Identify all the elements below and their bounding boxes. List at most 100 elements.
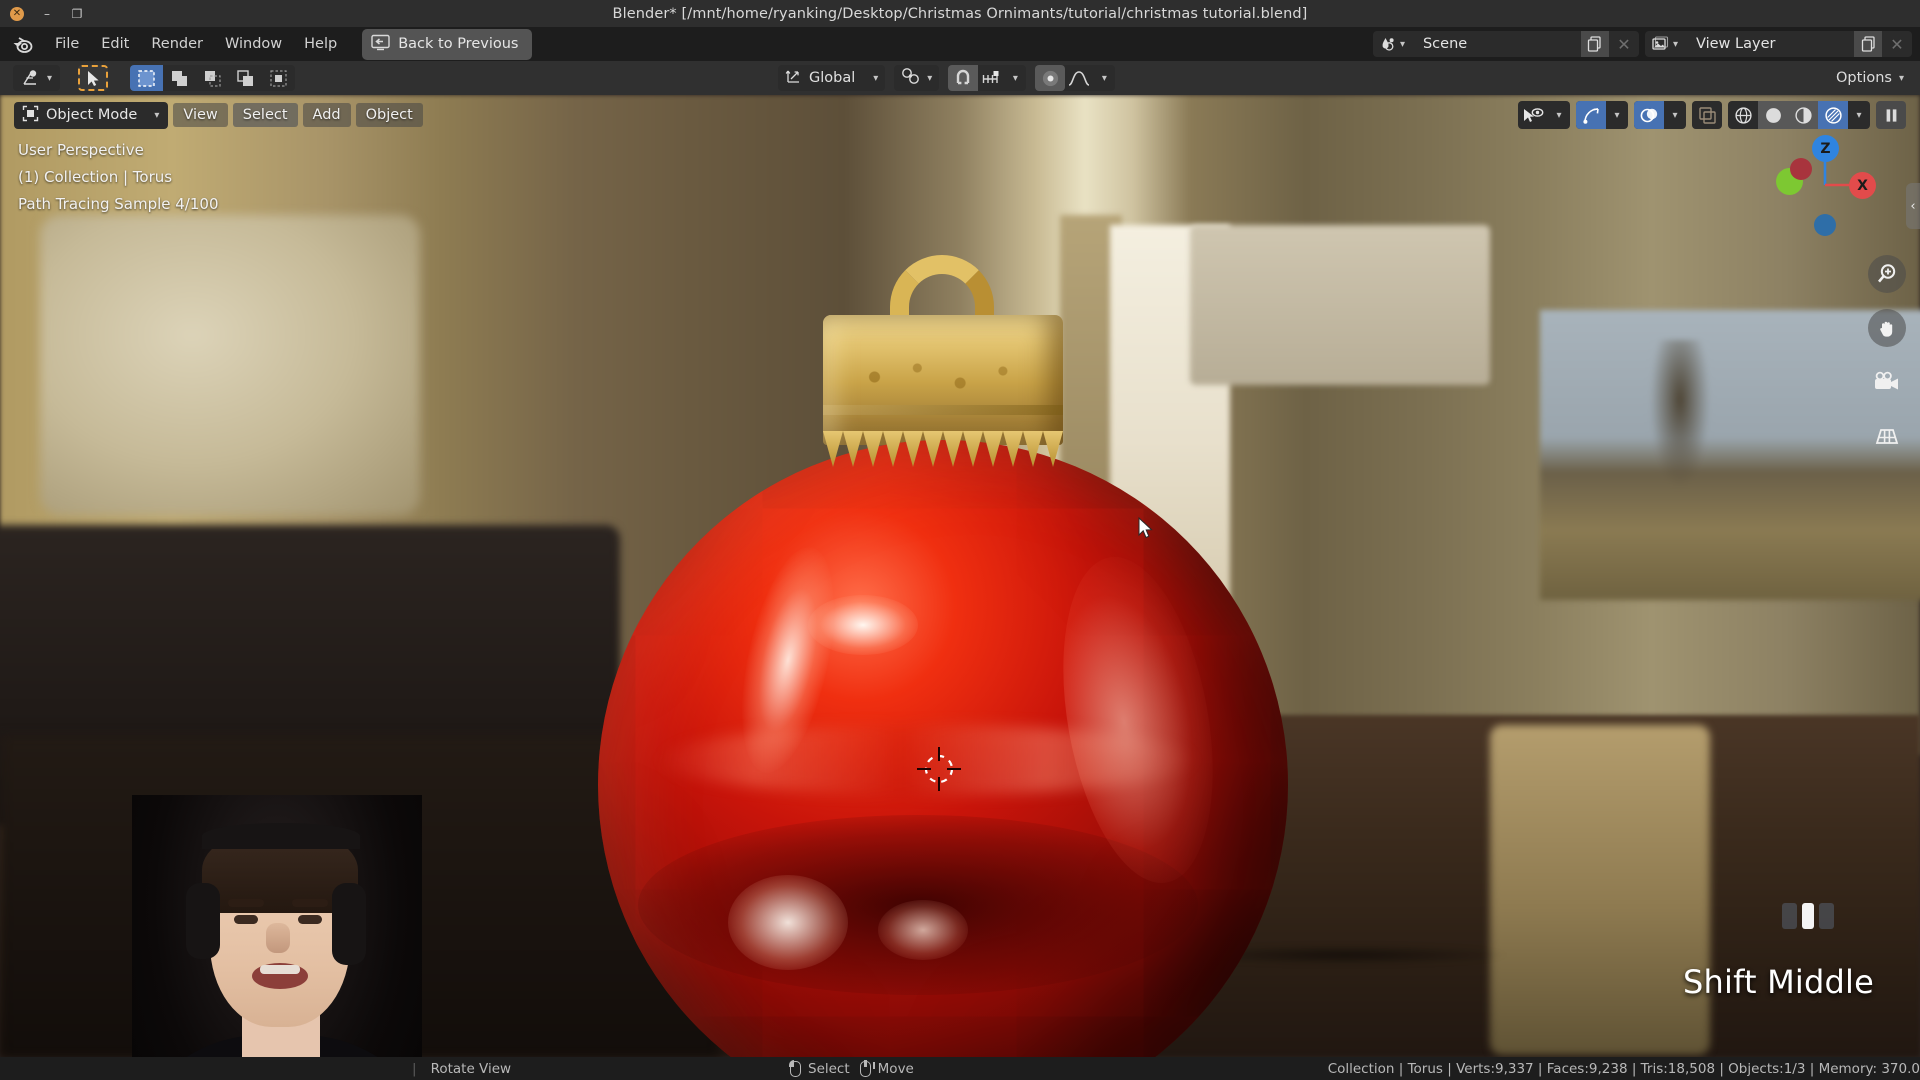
toggle-xray-icon[interactable]: [1692, 101, 1722, 129]
pause-render-icon[interactable]: [1876, 101, 1906, 129]
webcam-headphone-right: [332, 883, 366, 965]
tweak-select-tool-icon[interactable]: [78, 65, 108, 91]
solid-shading-icon[interactable]: [1758, 101, 1788, 129]
move-view-icon[interactable]: [1868, 309, 1906, 347]
wireframe-shading-icon[interactable]: [1728, 101, 1758, 129]
remove-view-layer-icon[interactable]: ✕: [1882, 31, 1912, 57]
menu-edit[interactable]: Edit: [90, 32, 140, 56]
chevron-down-icon[interactable]: ▾: [1664, 101, 1686, 129]
new-view-layer-icon[interactable]: [1854, 31, 1882, 57]
select-intersect-icon[interactable]: [262, 65, 295, 91]
window-titlebar: ✕ – ❐ Blender* [/mnt/home/ryanking/Deskt…: [0, 0, 1920, 27]
chevron-down-icon: ▾: [873, 72, 879, 84]
webcam-teeth: [260, 965, 300, 974]
chevron-down-icon[interactable]: ▾: [1093, 65, 1115, 91]
pivot-point-dropdown[interactable]: ▾: [894, 65, 940, 91]
menu-render[interactable]: Render: [140, 32, 214, 56]
status-bar: | Rotate View Select Move Collection | T…: [0, 1057, 1920, 1080]
overlays-dropdown[interactable]: ▾: [1634, 101, 1686, 129]
toggle-xray-button[interactable]: [1692, 101, 1722, 129]
status-select-label: Select: [808, 1060, 850, 1077]
middle-mouse-button-icon: [1782, 903, 1836, 929]
chevron-down-icon[interactable]: ▾: [1004, 65, 1026, 91]
select-set-icon[interactable]: [130, 65, 163, 91]
object-visibility-icon[interactable]: [1518, 101, 1548, 129]
scene-stone-column: [40, 215, 420, 515]
show-overlays-icon[interactable]: [1634, 101, 1664, 129]
editor-type-icon[interactable]: ▾: [13, 65, 61, 91]
gizmo-axis-x-positive[interactable]: X: [1849, 172, 1876, 199]
snap-increment-icon[interactable]: [978, 65, 1004, 91]
sidebar-toggle-icon[interactable]: ‹: [1906, 183, 1920, 229]
menu-window[interactable]: Window: [214, 32, 293, 56]
toggle-orthographic-icon[interactable]: [1868, 417, 1906, 455]
transform-orientation-dropdown[interactable]: Global ▾: [778, 65, 886, 91]
chevron-down-icon: ▾: [1672, 38, 1678, 50]
webcam-nose: [266, 923, 290, 953]
ornament-cap-pattern: [836, 347, 1050, 407]
gizmo-axis-z-negative[interactable]: [1814, 214, 1836, 236]
view-layer-name[interactable]: View Layer: [1684, 31, 1854, 57]
select-subtract-icon[interactable]: [196, 65, 229, 91]
rendered-shading-icon[interactable]: [1818, 101, 1848, 129]
webcam-eye-right: [298, 915, 322, 924]
blender-logo-icon[interactable]: [10, 31, 36, 57]
back-to-previous-button[interactable]: Back to Previous: [362, 28, 533, 60]
chevron-down-icon[interactable]: ▾: [1606, 101, 1628, 129]
tool-header: ▾ Global ▾ ▾ ▾ ▾ Options ▾: [0, 61, 1920, 95]
gizmo-axis-x-negative[interactable]: [1790, 158, 1812, 180]
menu-help[interactable]: Help: [293, 32, 348, 56]
scene-data-icon[interactable]: ▾: [1372, 31, 1411, 57]
navigation-gizmo[interactable]: Z X Y: [1770, 130, 1880, 240]
viewport-menu-add[interactable]: Add: [302, 103, 351, 127]
zoom-view-icon[interactable]: [1868, 255, 1906, 293]
scene-name[interactable]: Scene: [1410, 31, 1581, 57]
new-scene-icon[interactable]: [1580, 31, 1609, 57]
remove-scene-icon[interactable]: ✕: [1608, 31, 1639, 57]
falloff-curve-icon[interactable]: [1065, 65, 1093, 91]
gizmos-dropdown[interactable]: ▾: [1576, 101, 1628, 129]
pivot-point-icon: [901, 67, 921, 89]
object-mode-label: Object Mode: [46, 107, 138, 123]
gizmo-axis-z-positive[interactable]: Z: [1812, 135, 1839, 162]
menu-file[interactable]: File: [44, 32, 90, 56]
viewport-menu-select[interactable]: Select: [232, 103, 298, 127]
3d-viewport[interactable]: Object Mode ▾ View Select Add Object ▾ ▾…: [0, 95, 1920, 1057]
camera-view-icon[interactable]: [1868, 363, 1906, 401]
select-extend-icon[interactable]: [163, 65, 196, 91]
ornament-specular-highlight: [808, 595, 918, 655]
viewport-info-overlay: User Perspective (1) Collection | Torus …: [18, 137, 219, 218]
viewport-perspective-label: User Perspective: [18, 141, 144, 159]
status-keymap-group: Select Move: [789, 1059, 914, 1077]
material-preview-shading-icon[interactable]: [1788, 101, 1818, 129]
viewport-menu-object[interactable]: Object: [355, 103, 423, 127]
viewport-options-dropdown[interactable]: Options ▾: [1830, 65, 1910, 91]
scene-selector[interactable]: ▾ Scene ✕: [1372, 31, 1639, 57]
select-mode-group: [130, 65, 295, 91]
object-visibility-dropdown[interactable]: ▾: [1518, 101, 1570, 129]
show-gizmo-icon[interactable]: [1576, 101, 1606, 129]
view-layer-icon[interactable]: ▾: [1644, 31, 1684, 57]
select-invert-icon[interactable]: [229, 65, 262, 91]
object-mode-dropdown[interactable]: Object Mode ▾: [14, 101, 169, 129]
viewport-menu-view[interactable]: View: [173, 103, 228, 127]
object-mode-icon: [22, 105, 39, 126]
chevron-down-icon: ▾: [154, 109, 160, 121]
scene-wood-stump: [1490, 725, 1710, 1055]
proportional-edit-group: ▾: [1035, 65, 1116, 91]
chevron-down-icon[interactable]: ▾: [1848, 101, 1870, 129]
3d-cursor-icon: [915, 745, 963, 793]
webcam-headphone-left: [186, 883, 220, 959]
view-layer-selector[interactable]: ▾ View Layer ✕: [1644, 31, 1912, 57]
shortcut-overlay-label: Shift Middle: [1682, 963, 1874, 1001]
chevron-down-icon: ▾: [47, 72, 53, 84]
proportional-edit-icon[interactable]: [1035, 65, 1066, 91]
ornament-cap-teeth: [823, 431, 1063, 467]
chevron-down-icon[interactable]: ▾: [1548, 101, 1570, 129]
chevron-down-icon: ▾: [927, 72, 933, 84]
status-rotate-label: Rotate View: [430, 1060, 512, 1077]
snap-magnet-icon[interactable]: [948, 65, 979, 91]
status-move-label: Move: [877, 1060, 914, 1077]
pause-render-button[interactable]: [1876, 101, 1906, 129]
christmas-ornament-object[interactable]: [598, 255, 1298, 1057]
